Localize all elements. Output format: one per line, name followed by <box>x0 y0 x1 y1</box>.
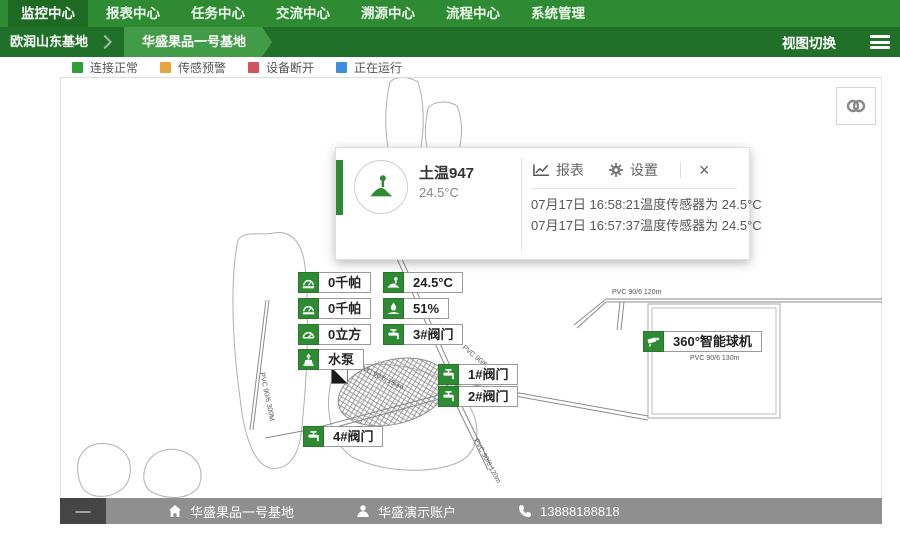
sensor-label: 360°智能球机 <box>664 331 762 352</box>
log-entry: 07月17日 16:58:21温度传感器为 24.5°C <box>531 194 743 215</box>
popup-title: 土温947 <box>419 162 474 183</box>
nav-tab-communication[interactable]: 交流中心 <box>263 0 343 27</box>
breadcrumb-current[interactable]: 华盛果品一号基地 <box>124 27 262 57</box>
log-entry: 07月17日 16:57:37温度传感器为 24.5°C <box>531 215 743 236</box>
menu-icon[interactable] <box>870 35 890 49</box>
legend-label: 正在运行 <box>354 59 402 76</box>
settings-button[interactable]: 设置 <box>608 160 658 180</box>
device-water-pump[interactable]: 水泵 <box>298 349 364 370</box>
popup-accent-bar <box>336 160 343 215</box>
legend-item-connected: 连接正常 <box>72 59 138 76</box>
legend-label: 连接正常 <box>90 59 138 76</box>
blue-square-icon <box>336 62 347 73</box>
farm-map: PVC 90/6 120m PVC 90/6 130m PVC 90/6 100… <box>60 78 882 498</box>
divider <box>531 188 737 189</box>
sensor-popup: 土温947 24.5°C 报表 设置 × 07月17日 16:58:21温度传感… <box>335 147 750 260</box>
valve-icon <box>438 364 459 385</box>
monitoring-app: 监控中心 报表中心 任务中心 交流中心 溯源中心 流程中心 系统管理 欧润山东基… <box>0 0 900 538</box>
user-icon <box>356 504 370 518</box>
settings-label: 设置 <box>630 160 658 180</box>
footer-account-label: 华盛演示账户 <box>378 502 456 521</box>
breadcrumb-root[interactable]: 欧润山东基地 <box>0 27 94 57</box>
device-valve-1[interactable]: 1#阀门 <box>438 364 518 385</box>
divider <box>521 158 522 251</box>
pipe-label: PVC 90/6 130m <box>690 355 740 362</box>
chart-icon <box>533 163 550 177</box>
sensor-label: 24.5°C <box>404 272 463 293</box>
top-nav: 监控中心 报表中心 任务中心 交流中心 溯源中心 流程中心 系统管理 <box>0 0 900 27</box>
sensor-soil-temperature[interactable]: 24.5°C <box>383 272 463 293</box>
nav-tab-system[interactable]: 系统管理 <box>518 0 598 27</box>
legend-item-offline: 设备断开 <box>248 59 314 76</box>
sensor-flow-meter[interactable]: 0立方 <box>298 324 371 345</box>
legend-label: 传感预警 <box>178 59 226 76</box>
sensor-log-list: 07月17日 16:58:21温度传感器为 24.5°C 07月17日 16:5… <box>531 194 743 236</box>
soil-humidity-icon <box>383 298 404 319</box>
pipe-label: PVC 90/6 120m <box>472 438 501 485</box>
valve-icon <box>303 426 324 447</box>
valve-icon <box>438 386 459 407</box>
sensor-label: 0千帕 <box>319 298 371 319</box>
footer-base: 华盛果品一号基地 <box>168 502 294 521</box>
nav-tab-traceability[interactable]: 溯源中心 <box>348 0 428 27</box>
footer-base-label: 华盛果品一号基地 <box>190 502 294 521</box>
sensor-label: 0立方 <box>319 324 371 345</box>
water-pump-icon <box>298 349 319 370</box>
legend-item-warning: 传感预警 <box>160 59 226 76</box>
green-square-icon <box>72 62 83 73</box>
footer-phone: 13888188818 <box>518 504 620 519</box>
footer-bar: — 华盛果品一号基地 华盛演示账户 13888188818 <box>60 498 882 524</box>
device-ptz-camera[interactable]: 360°智能球机 <box>643 331 762 352</box>
pressure-gauge-icon <box>298 272 319 293</box>
valve-icon <box>383 324 404 345</box>
view-switch-button[interactable]: 视图切换 <box>782 32 836 52</box>
sensor-label: 51% <box>404 298 449 319</box>
breadcrumb-bar: 欧润山东基地 华盛果品一号基地 视图切换 <box>0 27 900 57</box>
popup-value: 24.5°C <box>419 185 459 200</box>
report-label: 报表 <box>556 160 584 180</box>
collapse-button[interactable]: — <box>60 498 106 524</box>
sensor-label: 3#阀门 <box>404 324 463 345</box>
gear-icon <box>608 162 624 178</box>
flow-meter-icon <box>298 324 319 345</box>
legend-label: 设备断开 <box>266 59 314 76</box>
sensor-label: 4#阀门 <box>324 426 383 447</box>
red-square-icon <box>248 62 259 73</box>
nav-tab-task[interactable]: 任务中心 <box>178 0 258 27</box>
soil-temperature-icon <box>383 272 404 293</box>
nav-tab-report[interactable]: 报表中心 <box>93 0 173 27</box>
pipe-label: PVC 90/6 120m <box>612 289 662 296</box>
status-legend: 连接正常 传感预警 设备断开 正在运行 <box>60 57 882 78</box>
device-valve-4[interactable]: 4#阀门 <box>303 426 383 447</box>
sensor-soil-humidity[interactable]: 51% <box>383 298 449 319</box>
pressure-gauge-icon <box>298 298 319 319</box>
phone-icon <box>518 504 532 518</box>
report-button[interactable]: 报表 <box>533 160 584 180</box>
sensor-label: 0千帕 <box>319 272 371 293</box>
sensor-pressure-1[interactable]: 0千帕 <box>298 272 371 293</box>
sensor-label: 水泵 <box>319 349 364 370</box>
chain-link-icon <box>845 97 867 115</box>
ptz-camera-icon <box>643 331 664 352</box>
sensor-label: 2#阀门 <box>459 386 518 407</box>
device-valve-3[interactable]: 3#阀门 <box>383 324 463 345</box>
soil-temperature-icon <box>354 160 408 214</box>
link-button[interactable] <box>836 87 876 125</box>
nav-tab-process[interactable]: 流程中心 <box>433 0 513 27</box>
sensor-pressure-2[interactable]: 0千帕 <box>298 298 371 319</box>
close-icon[interactable]: × <box>699 161 710 179</box>
sensor-label: 1#阀门 <box>459 364 518 385</box>
home-icon <box>168 504 182 518</box>
footer-account: 华盛演示账户 <box>356 502 456 521</box>
legend-item-running: 正在运行 <box>336 59 402 76</box>
divider <box>680 162 681 178</box>
chevron-right-icon <box>98 35 112 49</box>
nav-tab-monitor[interactable]: 监控中心 <box>8 0 88 27</box>
device-valve-2[interactable]: 2#阀门 <box>438 386 518 407</box>
orange-square-icon <box>160 62 171 73</box>
footer-phone-label: 13888188818 <box>540 504 620 519</box>
